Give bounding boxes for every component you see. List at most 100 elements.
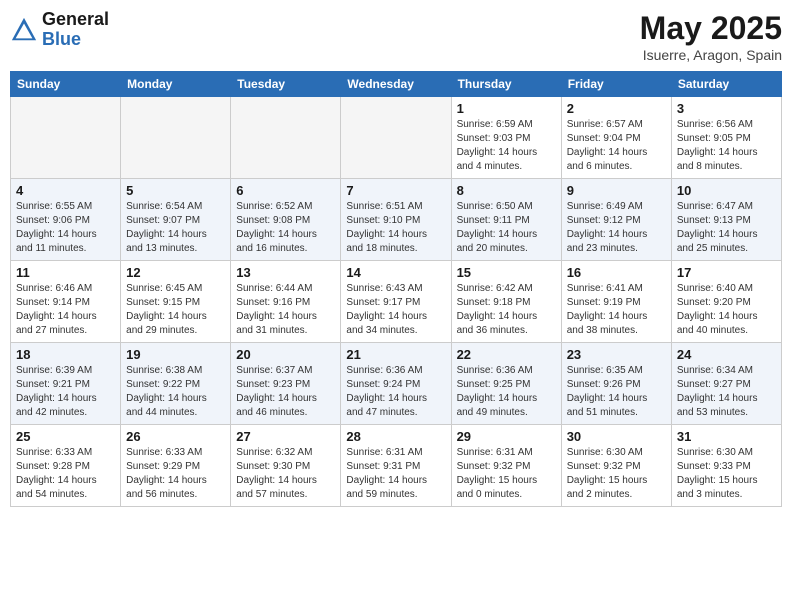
month-title: May 2025 <box>640 10 782 47</box>
weekday-header-monday: Monday <box>121 72 231 97</box>
calendar-cell: 27 Sunrise: 6:32 AM Sunset: 9:30 PM Dayli… <box>231 425 341 507</box>
calendar-cell <box>11 97 121 179</box>
day-info: Sunrise: 6:31 AM Sunset: 9:32 PM Dayligh… <box>457 446 556 502</box>
calendar-cell: 25 Sunrise: 6:33 AM Sunset: 9:28 PM Dayli… <box>11 425 121 507</box>
day-number: 17 <box>677 265 776 280</box>
day-info: Sunrise: 6:46 AM Sunset: 9:14 PM Dayligh… <box>16 282 115 338</box>
day-info: Sunrise: 6:37 AM Sunset: 9:23 PM Dayligh… <box>236 364 335 420</box>
calendar-cell: 11 Sunrise: 6:46 AM Sunset: 9:14 PM Dayli… <box>11 261 121 343</box>
day-info: Sunrise: 6:32 AM Sunset: 9:30 PM Dayligh… <box>236 446 335 502</box>
calendar-table: SundayMondayTuesdayWednesdayThursdayFrid… <box>10 71 782 507</box>
day-number: 21 <box>346 347 445 362</box>
day-info: Sunrise: 6:43 AM Sunset: 9:17 PM Dayligh… <box>346 282 445 338</box>
day-number: 20 <box>236 347 335 362</box>
day-number: 27 <box>236 429 335 444</box>
calendar-week-row: 25 Sunrise: 6:33 AM Sunset: 9:28 PM Dayli… <box>11 425 782 507</box>
weekday-header-saturday: Saturday <box>671 72 781 97</box>
day-info: Sunrise: 6:41 AM Sunset: 9:19 PM Dayligh… <box>567 282 666 338</box>
weekday-header-thursday: Thursday <box>451 72 561 97</box>
calendar-cell: 31 Sunrise: 6:30 AM Sunset: 9:33 PM Dayli… <box>671 425 781 507</box>
calendar-cell: 23 Sunrise: 6:35 AM Sunset: 9:26 PM Dayli… <box>561 343 671 425</box>
weekday-header-wednesday: Wednesday <box>341 72 451 97</box>
day-number: 23 <box>567 347 666 362</box>
calendar-cell <box>231 97 341 179</box>
location-title: Isuerre, Aragon, Spain <box>640 47 782 63</box>
calendar-cell: 18Sunrise: 6:39 AM Sunset: 9:21 PM Dayli… <box>11 343 121 425</box>
day-info: Sunrise: 6:54 AM Sunset: 9:07 PM Dayligh… <box>126 200 225 256</box>
calendar-cell: 5Sunrise: 6:54 AM Sunset: 9:07 PM Daylig… <box>121 179 231 261</box>
weekday-header-row: SundayMondayTuesdayWednesdayThursdayFrid… <box>11 72 782 97</box>
day-number: 7 <box>346 183 445 198</box>
day-info: Sunrise: 6:33 AM Sunset: 9:28 PM Dayligh… <box>16 446 115 502</box>
page-header: General Blue May 2025 Isuerre, Aragon, S… <box>10 10 782 63</box>
day-info: Sunrise: 6:35 AM Sunset: 9:26 PM Dayligh… <box>567 364 666 420</box>
calendar-cell: 30 Sunrise: 6:30 AM Sunset: 9:32 PM Dayli… <box>561 425 671 507</box>
day-info: Sunrise: 6:47 AM Sunset: 9:13 PM Dayligh… <box>677 200 776 256</box>
calendar-cell: 28Sunrise: 6:31 AM Sunset: 9:31 PM Dayli… <box>341 425 451 507</box>
logo-text: General Blue <box>42 10 109 50</box>
day-number: 9 <box>567 183 666 198</box>
weekday-header-tuesday: Tuesday <box>231 72 341 97</box>
calendar-cell: 12 Sunrise: 6:45 AM Sunset: 9:15 PM Dayli… <box>121 261 231 343</box>
day-number: 25 <box>16 429 115 444</box>
day-number: 22 <box>457 347 556 362</box>
day-number: 14 <box>346 265 445 280</box>
day-info: Sunrise: 6:44 AM Sunset: 9:16 PM Dayligh… <box>236 282 335 338</box>
day-number: 31 <box>677 429 776 444</box>
weekday-header-friday: Friday <box>561 72 671 97</box>
calendar-cell: 29 Sunrise: 6:31 AM Sunset: 9:32 PM Dayli… <box>451 425 561 507</box>
day-info: Sunrise: 6:52 AM Sunset: 9:08 PM Dayligh… <box>236 200 335 256</box>
day-number: 12 <box>126 265 225 280</box>
logo: General Blue <box>10 10 109 50</box>
day-number: 3 <box>677 101 776 116</box>
calendar-cell: 20 Sunrise: 6:37 AM Sunset: 9:23 PM Dayli… <box>231 343 341 425</box>
day-number: 28 <box>346 429 445 444</box>
calendar-cell: 22 Sunrise: 6:36 AM Sunset: 9:25 PM Dayli… <box>451 343 561 425</box>
day-info: Sunrise: 6:45 AM Sunset: 9:15 PM Dayligh… <box>126 282 225 338</box>
day-info: Sunrise: 6:33 AM Sunset: 9:29 PM Dayligh… <box>126 446 225 502</box>
day-info: Sunrise: 6:57 AM Sunset: 9:04 PM Dayligh… <box>567 118 666 174</box>
day-number: 4 <box>16 183 115 198</box>
calendar-cell: 16 Sunrise: 6:41 AM Sunset: 9:19 PM Dayli… <box>561 261 671 343</box>
day-number: 15 <box>457 265 556 280</box>
calendar-cell: 24Sunrise: 6:34 AM Sunset: 9:27 PM Dayli… <box>671 343 781 425</box>
calendar-cell: 14 Sunrise: 6:43 AM Sunset: 9:17 PM Dayli… <box>341 261 451 343</box>
day-info: Sunrise: 6:59 AM Sunset: 9:03 PM Dayligh… <box>457 118 556 174</box>
day-number: 13 <box>236 265 335 280</box>
calendar-cell: 17 Sunrise: 6:40 AM Sunset: 9:20 PM Dayli… <box>671 261 781 343</box>
calendar-cell: 19Sunrise: 6:38 AM Sunset: 9:22 PM Dayli… <box>121 343 231 425</box>
calendar-cell <box>341 97 451 179</box>
calendar-week-row: 18Sunrise: 6:39 AM Sunset: 9:21 PM Dayli… <box>11 343 782 425</box>
calendar-cell: 21 Sunrise: 6:36 AM Sunset: 9:24 PM Dayli… <box>341 343 451 425</box>
calendar-cell: 9Sunrise: 6:49 AM Sunset: 9:12 PM Daylig… <box>561 179 671 261</box>
day-info: Sunrise: 6:30 AM Sunset: 9:33 PM Dayligh… <box>677 446 776 502</box>
day-info: Sunrise: 6:50 AM Sunset: 9:11 PM Dayligh… <box>457 200 556 256</box>
day-info: Sunrise: 6:56 AM Sunset: 9:05 PM Dayligh… <box>677 118 776 174</box>
day-info: Sunrise: 6:34 AM Sunset: 9:27 PM Dayligh… <box>677 364 776 420</box>
day-info: Sunrise: 6:40 AM Sunset: 9:20 PM Dayligh… <box>677 282 776 338</box>
calendar-cell: 3 Sunrise: 6:56 AM Sunset: 9:05 PM Daylig… <box>671 97 781 179</box>
day-number: 16 <box>567 265 666 280</box>
title-block: May 2025 Isuerre, Aragon, Spain <box>640 10 782 63</box>
calendar-cell: 15 Sunrise: 6:42 AM Sunset: 9:18 PM Dayli… <box>451 261 561 343</box>
day-info: Sunrise: 6:51 AM Sunset: 9:10 PM Dayligh… <box>346 200 445 256</box>
calendar-cell: 7 Sunrise: 6:51 AM Sunset: 9:10 PM Daylig… <box>341 179 451 261</box>
day-info: Sunrise: 6:36 AM Sunset: 9:25 PM Dayligh… <box>457 364 556 420</box>
calendar-week-row: 4Sunrise: 6:55 AM Sunset: 9:06 PM Daylig… <box>11 179 782 261</box>
day-number: 8 <box>457 183 556 198</box>
calendar-cell <box>121 97 231 179</box>
day-number: 30 <box>567 429 666 444</box>
calendar-cell: 6 Sunrise: 6:52 AM Sunset: 9:08 PM Daylig… <box>231 179 341 261</box>
day-info: Sunrise: 6:42 AM Sunset: 9:18 PM Dayligh… <box>457 282 556 338</box>
day-number: 10 <box>677 183 776 198</box>
logo-icon <box>10 16 38 44</box>
logo-general: General <box>42 10 109 30</box>
day-info: Sunrise: 6:30 AM Sunset: 9:32 PM Dayligh… <box>567 446 666 502</box>
calendar-cell: 8 Sunrise: 6:50 AM Sunset: 9:11 PM Daylig… <box>451 179 561 261</box>
day-number: 11 <box>16 265 115 280</box>
day-number: 29 <box>457 429 556 444</box>
day-number: 18 <box>16 347 115 362</box>
day-info: Sunrise: 6:36 AM Sunset: 9:24 PM Dayligh… <box>346 364 445 420</box>
day-number: 6 <box>236 183 335 198</box>
day-number: 26 <box>126 429 225 444</box>
